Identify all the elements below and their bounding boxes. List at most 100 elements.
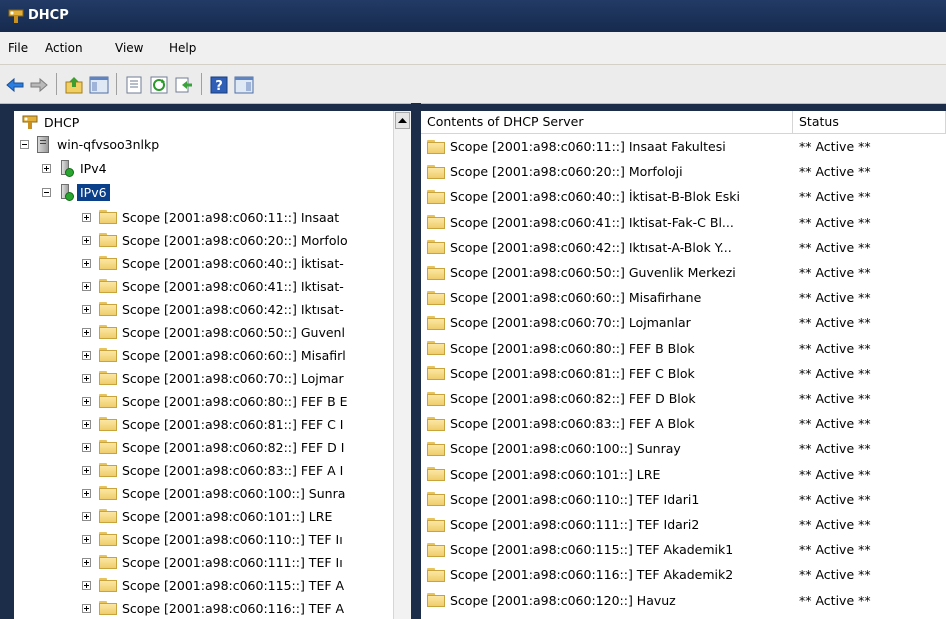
action-pane-icon[interactable] — [234, 75, 254, 95]
tree-label: Scope [2001:a98:c060:111::] TEF Iı — [122, 554, 343, 570]
list-item[interactable]: Scope [2001:a98:c060:40::] İktisat-B-Blo… — [421, 184, 946, 209]
back-icon[interactable] — [5, 75, 25, 95]
column-header-contents[interactable]: Contents of DHCP Server — [421, 111, 793, 133]
list-item[interactable]: Scope [2001:a98:c060:11::] Insaat Fakult… — [421, 134, 946, 159]
console-tree[interactable]: DHCP win-qfvsoo3nlkp IPv4 IPv6 Scope [20… — [14, 111, 411, 619]
tree-item-scope[interactable]: Scope [2001:a98:c060:42::] Iktısat- — [82, 298, 344, 320]
tree-item-scope[interactable]: Scope [2001:a98:c060:82::] FEF D I — [82, 436, 344, 458]
refresh-icon[interactable] — [149, 75, 169, 95]
toolbar-separator — [56, 73, 57, 95]
tree-item-scope[interactable]: Scope [2001:a98:c060:60::] Misafirl — [82, 344, 346, 366]
expand-icon[interactable] — [82, 327, 91, 337]
tree-scrollbar[interactable] — [393, 111, 411, 619]
scroll-up-button[interactable] — [395, 112, 410, 129]
tree-item-ipv6[interactable]: IPv6 — [42, 181, 110, 203]
folder-icon — [99, 348, 117, 362]
expand-icon[interactable] — [82, 580, 91, 590]
list-item[interactable]: Scope [2001:a98:c060:80::] FEF B Blok ** … — [421, 336, 946, 361]
folder-icon — [99, 256, 117, 270]
tree-label: Scope [2001:a98:c060:40::] İktisat- — [122, 255, 344, 271]
tree-item-scope[interactable]: Scope [2001:a98:c060:11::] Insaat — [82, 206, 339, 228]
menu-action[interactable]: Action — [45, 41, 83, 55]
list-item[interactable]: Scope [2001:a98:c060:50::] Guvenlik Merk… — [421, 260, 946, 285]
expand-icon[interactable] — [82, 258, 91, 268]
tree-item-scope[interactable]: Scope [2001:a98:c060:100::] Sunra — [82, 482, 345, 504]
tree-item-scope[interactable]: Scope [2001:a98:c060:111::] TEF Iı — [82, 551, 343, 573]
folder-icon — [427, 391, 445, 406]
list-item[interactable]: Scope [2001:a98:c060:41::] Iktisat-Fak-C… — [421, 210, 946, 235]
expand-icon[interactable] — [82, 488, 91, 498]
tree-label: Scope [2001:a98:c060:60::] Misafirl — [122, 347, 346, 363]
list-item[interactable]: Scope [2001:a98:c060:111::] TEF Idari2 **… — [421, 512, 946, 537]
expand-icon[interactable] — [82, 373, 91, 383]
tree-item-scope[interactable]: Scope [2001:a98:c060:110::] TEF Iı — [82, 528, 343, 550]
expand-icon[interactable] — [82, 603, 91, 613]
forward-icon[interactable] — [29, 75, 49, 95]
menu-view[interactable]: View — [115, 41, 143, 55]
list-item[interactable]: Scope [2001:a98:c060:83::] FEF A Blok ** … — [421, 411, 946, 436]
scope-name: Scope [2001:a98:c060:60::] Misafirhane — [450, 290, 702, 306]
tree-item-scope[interactable]: Scope [2001:a98:c060:50::] Guvenl — [82, 321, 345, 343]
export-icon[interactable] — [174, 75, 194, 95]
tree-item-scope[interactable]: Scope [2001:a98:c060:20::] Morfolo — [82, 229, 348, 251]
tree-item-scope[interactable]: Scope [2001:a98:c060:83::] FEF A I — [82, 459, 343, 481]
list-item[interactable]: Scope [2001:a98:c060:100::] Sunray ** Act… — [421, 436, 946, 461]
tree-item-scope[interactable]: Scope [2001:a98:c060:70::] Lojmar — [82, 367, 344, 389]
list-item[interactable]: Scope [2001:a98:c060:70::] Lojmanlar ** A… — [421, 310, 946, 335]
list-item[interactable]: Scope [2001:a98:c060:82::] FEF D Blok ** … — [421, 386, 946, 411]
list-item[interactable]: Scope [2001:a98:c060:120::] Havuz ** Acti… — [421, 588, 946, 613]
expand-icon[interactable] — [82, 557, 91, 567]
expand-icon[interactable] — [82, 350, 91, 360]
expand-icon[interactable] — [82, 419, 91, 429]
list-item[interactable]: Scope [2001:a98:c060:116::] TEF Akademik… — [421, 562, 946, 587]
status-text: ** Active ** — [799, 214, 871, 230]
expand-icon[interactable] — [82, 235, 91, 245]
folder-icon — [99, 325, 117, 339]
up-level-icon[interactable] — [64, 75, 84, 95]
menu-help[interactable]: Help — [169, 41, 196, 55]
expand-icon[interactable] — [82, 465, 91, 475]
tree-item-scope[interactable]: Scope [2001:a98:c060:101::] LRE — [82, 505, 332, 527]
menu-file[interactable]: File — [8, 41, 28, 55]
expand-icon[interactable] — [42, 163, 51, 173]
list-item[interactable]: Scope [2001:a98:c060:101::] LRE ** Active… — [421, 462, 946, 487]
list-item[interactable]: Scope [2001:a98:c060:81::] FEF C Blok ** … — [421, 361, 946, 386]
tree-item-scope[interactable]: Scope [2001:a98:c060:80::] FEF B E — [82, 390, 348, 412]
status-text: ** Active ** — [799, 340, 871, 356]
tree-item-server[interactable]: win-qfvsoo3nlkp — [20, 133, 159, 155]
tree-item-ipv4[interactable]: IPv4 — [42, 157, 107, 179]
folder-icon — [99, 371, 117, 385]
expand-icon[interactable] — [82, 442, 91, 452]
expand-icon[interactable] — [82, 304, 91, 314]
tree-item-scope[interactable]: Scope [2001:a98:c060:116::] TEF A — [82, 597, 344, 619]
list-item-name: Scope [2001:a98:c060:60::] Misafirhane — [427, 290, 792, 305]
expand-icon[interactable] — [82, 281, 91, 291]
expand-icon[interactable] — [82, 212, 91, 222]
properties-icon[interactable] — [124, 75, 144, 95]
folder-icon — [427, 139, 445, 154]
pane-divider[interactable] — [411, 103, 421, 619]
show-hide-tree-icon[interactable] — [89, 75, 109, 95]
status-text: ** Active ** — [799, 592, 871, 608]
tree-item-scope[interactable]: Scope [2001:a98:c060:115::] TEF A — [82, 574, 344, 596]
title-bar[interactable]: DHCP — [0, 0, 946, 32]
tree-item-scope[interactable]: Scope [2001:a98:c060:81::] FEF C I — [82, 413, 344, 435]
list-item[interactable]: Scope [2001:a98:c060:42::] Iktısat-A-Blo… — [421, 235, 946, 260]
tree-item-scope[interactable]: Scope [2001:a98:c060:40::] İktisat- — [82, 252, 344, 274]
column-header-status[interactable]: Status — [793, 111, 946, 133]
collapse-icon[interactable] — [42, 187, 51, 197]
list-item[interactable]: Scope [2001:a98:c060:20::] Morfoloji ** A… — [421, 159, 946, 184]
collapse-icon[interactable] — [20, 139, 29, 149]
folder-icon — [99, 394, 117, 408]
tree-label: Scope [2001:a98:c060:20::] Morfolo — [122, 232, 348, 248]
help-icon[interactable]: ? — [209, 75, 229, 95]
tree-item-scope[interactable]: Scope [2001:a98:c060:41::] Iktisat- — [82, 275, 344, 297]
tree-item-dhcp[interactable]: DHCP — [22, 111, 79, 133]
expand-icon[interactable] — [82, 511, 91, 521]
expand-icon[interactable] — [82, 396, 91, 406]
list-item[interactable]: Scope [2001:a98:c060:110::] TEF Idari1 **… — [421, 487, 946, 512]
contents-list[interactable]: Contents of DHCP Server Status Scope [20… — [421, 111, 946, 619]
list-item[interactable]: Scope [2001:a98:c060:115::] TEF Akademik… — [421, 537, 946, 562]
expand-icon[interactable] — [82, 534, 91, 544]
list-item[interactable]: Scope [2001:a98:c060:60::] Misafirhane **… — [421, 285, 946, 310]
